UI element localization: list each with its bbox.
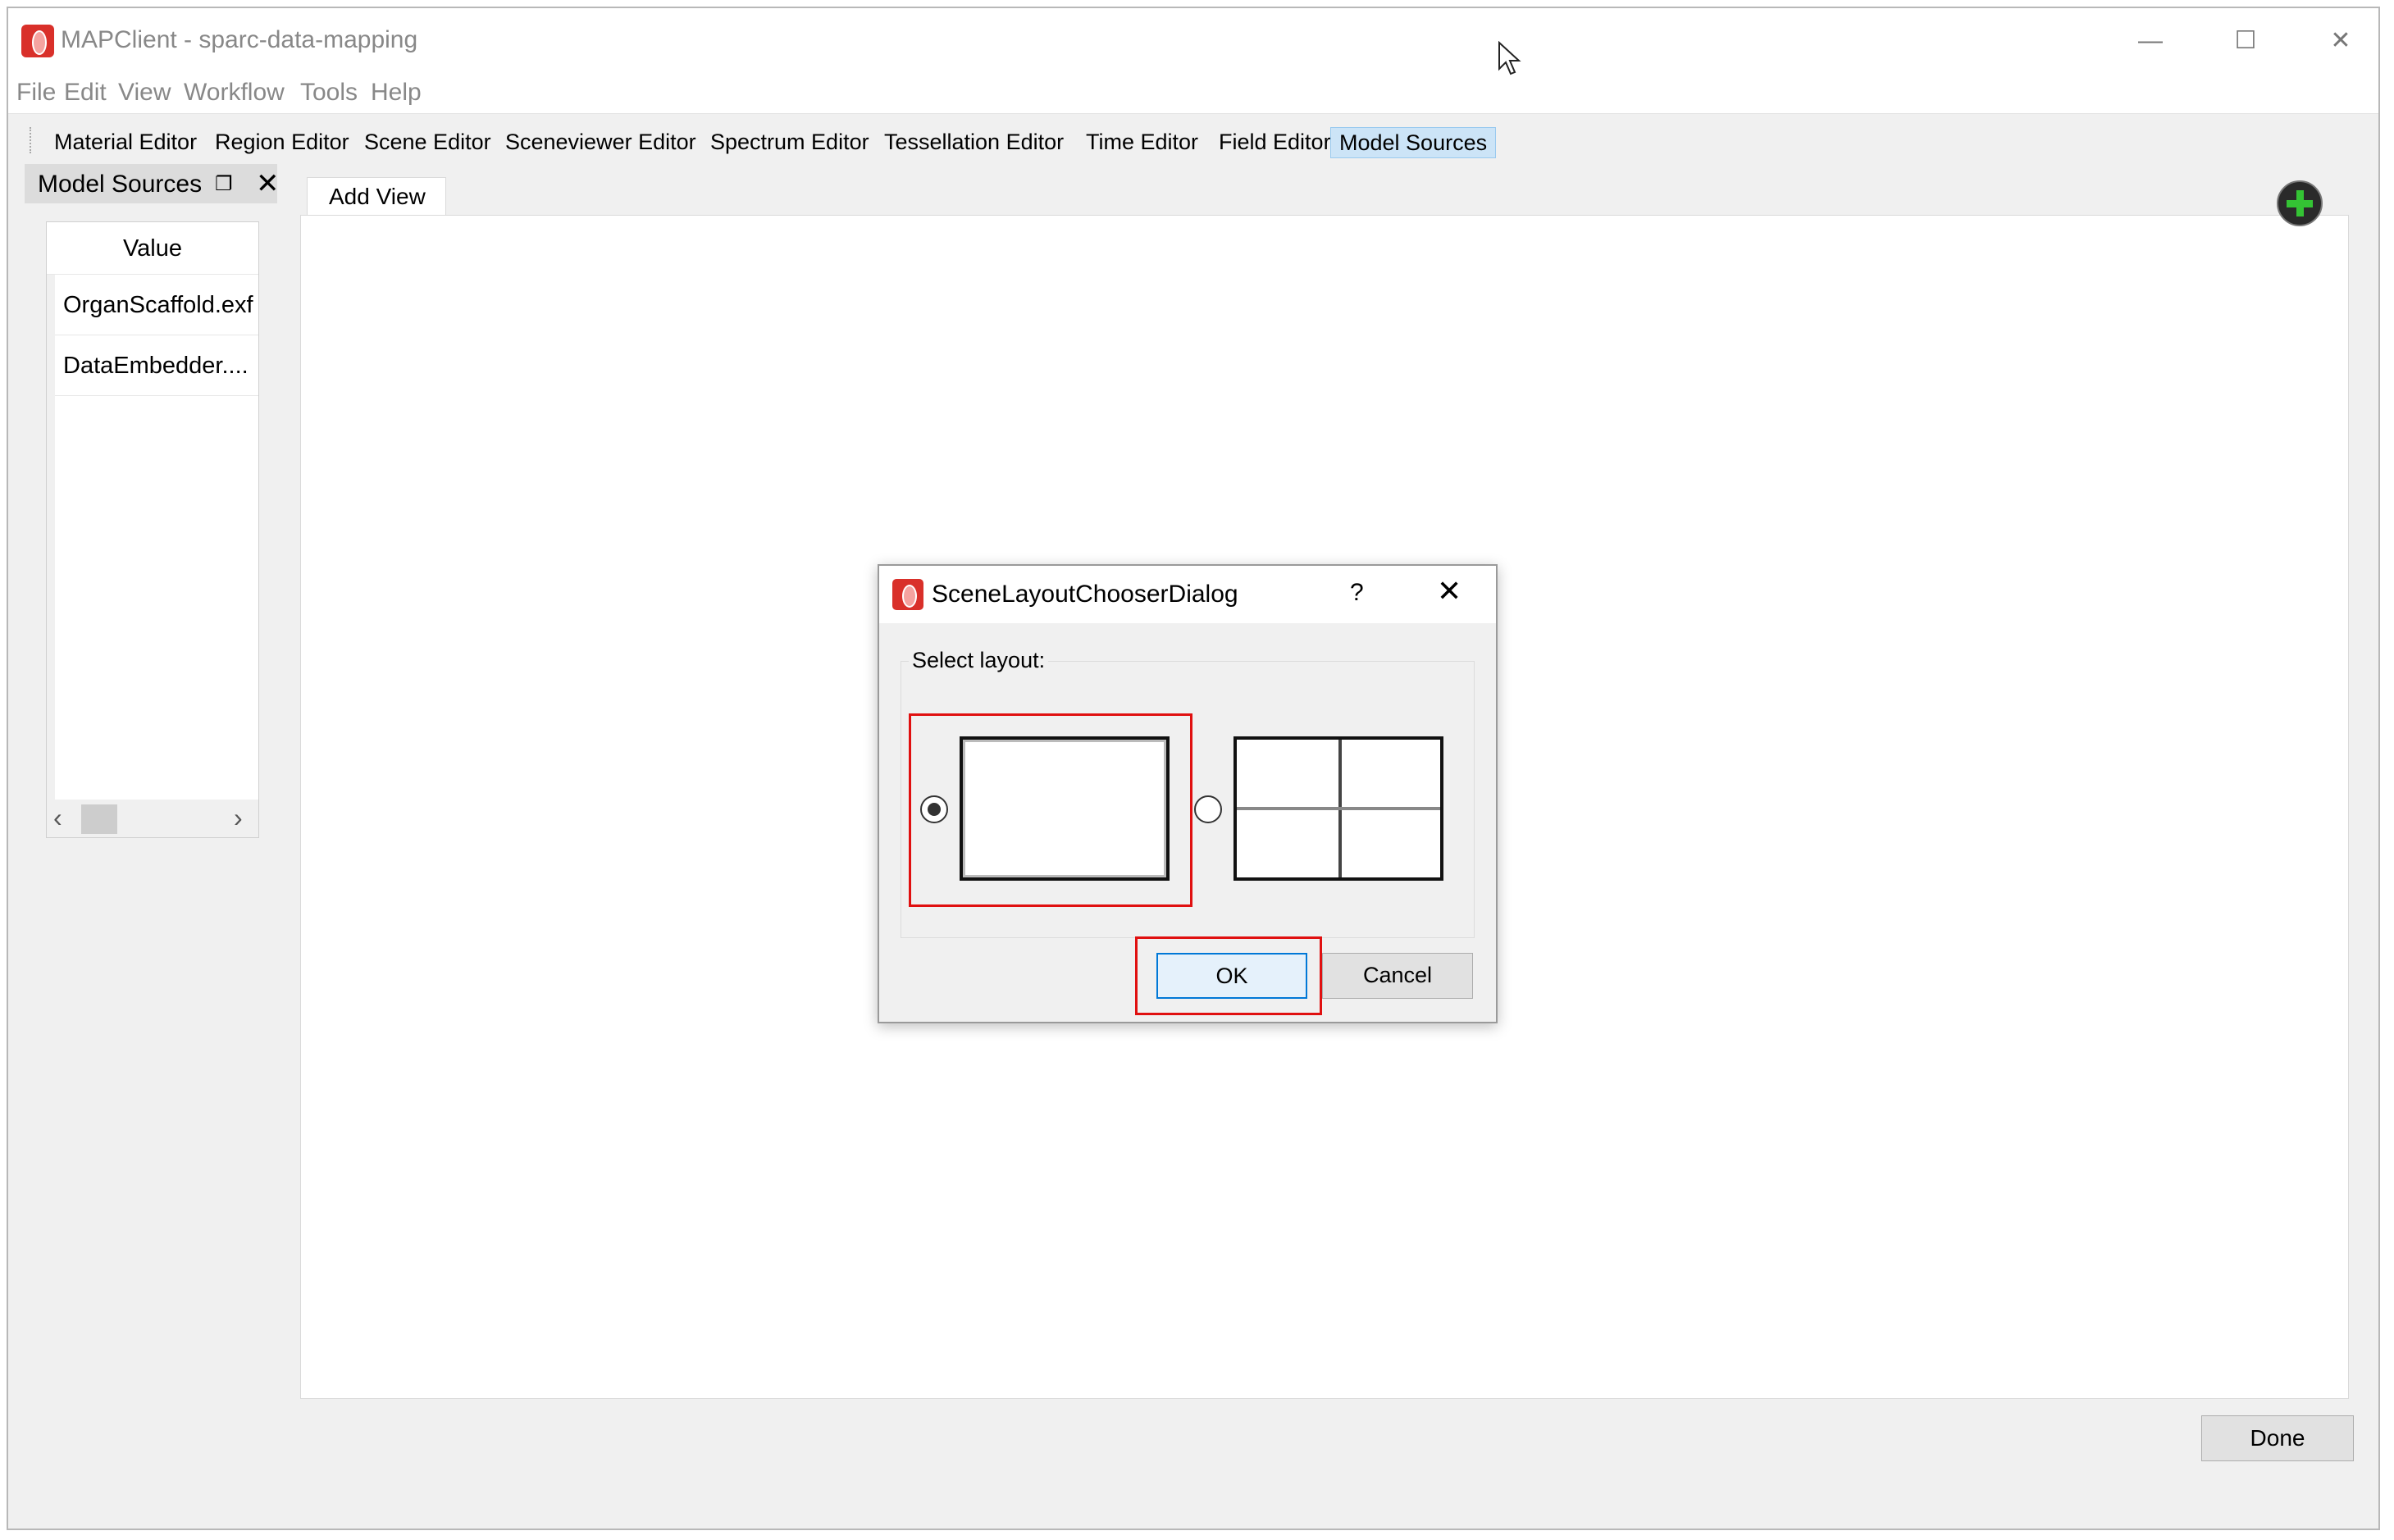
quad-divider-horizontal [1237, 807, 1440, 810]
toolbar-sceneviewer-editor[interactable]: Sceneviewer Editor [497, 127, 705, 158]
cancel-button[interactable]: Cancel [1322, 953, 1473, 999]
add-view-icon[interactable] [2277, 180, 2323, 226]
toolbar-model-sources[interactable]: Model Sources [1330, 127, 1497, 158]
column-header-value[interactable]: Value [47, 222, 258, 275]
float-dock-icon[interactable]: ❐ [215, 172, 233, 196]
done-button[interactable]: Done [2201, 1415, 2354, 1461]
model-sources-dock-title: Model Sources ❐ ✕ [25, 164, 280, 203]
tab-add-view[interactable]: Add View [307, 177, 446, 216]
scroll-right-icon[interactable]: › [234, 803, 243, 833]
single-layout-preview[interactable] [960, 736, 1170, 881]
menu-tools[interactable]: Tools [300, 79, 358, 107]
mapclient-logo-icon [892, 579, 923, 610]
maximize-icon[interactable]: ☐ [2221, 21, 2270, 61]
toolbar-region-editor[interactable]: Region Editor [207, 127, 358, 158]
model-sources-list: Value OrganScaffold.exf DataEmbedder....… [46, 221, 259, 838]
toolbar-spectrum-editor[interactable]: Spectrum Editor [702, 127, 878, 158]
ok-button[interactable]: OK [1156, 953, 1307, 999]
quad-layout-radio[interactable] [1194, 795, 1222, 823]
close-dialog-icon[interactable]: ✕ [1437, 574, 1461, 608]
help-icon[interactable]: ? [1350, 579, 1364, 607]
menu-file[interactable]: File [16, 79, 56, 107]
close-window-icon[interactable]: ✕ [2316, 21, 2365, 61]
quad-layout-preview[interactable] [1233, 736, 1443, 881]
horizontal-scrollbar[interactable]: ‹ › [47, 800, 258, 837]
toolbar-scene-editor[interactable]: Scene Editor [356, 127, 499, 158]
single-layout-radio[interactable] [920, 795, 948, 823]
toolbar-field-editor[interactable]: Field Editor [1211, 127, 1339, 158]
menu-view[interactable]: View [118, 79, 171, 107]
scroll-left-icon[interactable]: ‹ [53, 803, 62, 833]
menu-help[interactable]: Help [371, 79, 422, 107]
select-layout-label: Select layout: [909, 648, 1049, 673]
dialog-title-bar: SceneLayoutChooserDialog ? ✕ [879, 566, 1496, 623]
window-title: MAPClient - sparc-data-mapping [61, 26, 418, 53]
list-item[interactable]: OrganScaffold.exf [55, 275, 258, 335]
scene-layout-chooser-dialog: SceneLayoutChooserDialog ? ✕ Select layo… [878, 564, 1498, 1023]
dialog-title: SceneLayoutChooserDialog [932, 581, 1238, 608]
menu-workflow[interactable]: Workflow [184, 79, 285, 107]
dock-title-label: Model Sources [38, 171, 203, 198]
scrollbar-thumb[interactable] [81, 804, 117, 834]
mapclient-logo-icon [21, 25, 54, 57]
title-bar: MAPClient - sparc-data-mapping — ☐ ✕ [8, 8, 2378, 74]
list-item[interactable]: DataEmbedder.... [55, 335, 258, 396]
editor-toolbar: Material Editor Region Editor Scene Edit… [8, 113, 2378, 164]
list-body: OrganScaffold.exf DataEmbedder.... [55, 275, 258, 800]
close-dock-icon[interactable]: ✕ [256, 167, 280, 200]
minimize-icon[interactable]: — [2126, 21, 2175, 61]
menu-bar: File Edit View Workflow Tools Help [8, 74, 2378, 113]
toolbar-material-editor[interactable]: Material Editor [46, 127, 205, 158]
menu-edit[interactable]: Edit [64, 79, 107, 107]
toolbar-tessellation-editor[interactable]: Tessellation Editor [876, 127, 1072, 158]
toolbar-time-editor[interactable]: Time Editor [1078, 127, 1206, 158]
toolbar-grip[interactable] [30, 127, 31, 153]
